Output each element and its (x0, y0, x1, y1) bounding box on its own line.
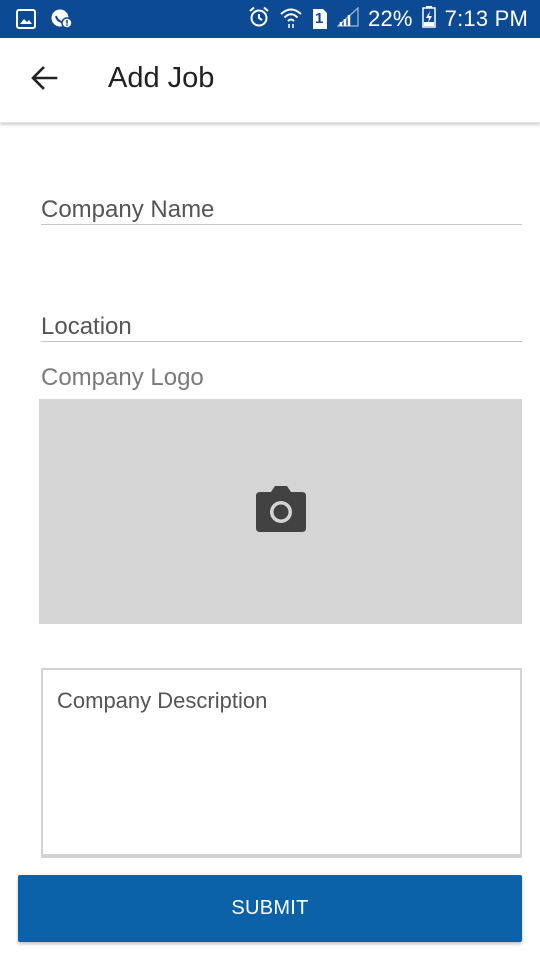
battery-percent: 22% (368, 6, 413, 31)
whatsapp-icon (50, 8, 74, 35)
company-description-placeholder: Company Description (57, 688, 268, 713)
page-title: Add Job (108, 62, 215, 94)
location-label: Location (41, 313, 132, 340)
company-description-input[interactable]: Company Description (41, 668, 522, 858)
clock: 7:13 PM (444, 6, 528, 31)
signal-icon (336, 6, 359, 32)
gallery-icon (16, 9, 36, 34)
company-name-label: Company Name (41, 196, 215, 223)
submit-button[interactable]: SUBMIT (18, 875, 522, 942)
app-bar: Add Job (0, 38, 540, 123)
status-bar: 1 22% 7:13 PM (0, 0, 540, 38)
location-field[interactable]: Location (41, 313, 522, 342)
alarm-icon (248, 6, 270, 33)
back-button[interactable] (24, 60, 64, 100)
camera-icon[interactable] (254, 486, 308, 539)
company-logo-label: Company Logo (41, 364, 204, 391)
sim-icon: 1 (312, 8, 328, 30)
company-name-field[interactable]: Company Name (41, 196, 522, 225)
sim-slot-number: 1 (315, 10, 324, 27)
arrow-back-icon (30, 64, 58, 97)
wifi-icon (279, 5, 303, 34)
battery-icon (421, 5, 436, 33)
